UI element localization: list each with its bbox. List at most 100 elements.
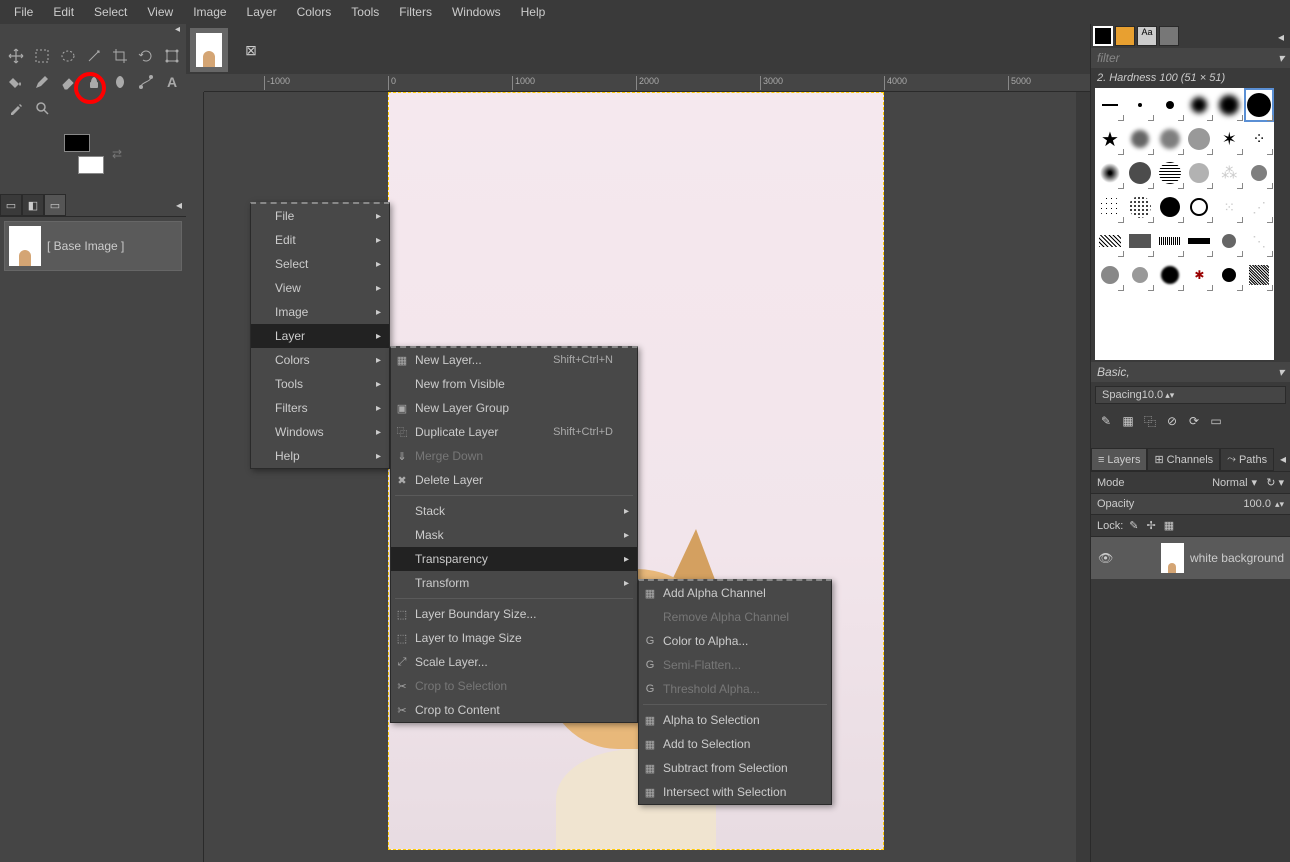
crop-tool[interactable] [108,44,132,68]
menu-layer[interactable]: Layer [237,1,287,23]
device-tab[interactable]: ◧ [22,194,44,216]
clone-tool[interactable] [82,70,106,94]
cm-add-to-selection[interactable]: ▦Add to Selection [639,732,831,756]
background-color[interactable] [78,156,104,174]
lock-pixels-icon[interactable]: ✎ [1129,519,1138,532]
cm-delete-layer[interactable]: ✖Delete Layer [391,468,637,492]
cm-alpha-to-selection[interactable]: ▦Alpha to Selection [639,708,831,732]
brush-preset[interactable]: ⁙ [1214,190,1244,224]
visibility-icon[interactable]: 👁 [1097,551,1115,565]
panel-menu-icon[interactable]: ◂ [175,24,180,40]
menu-windows[interactable]: Windows [442,1,511,23]
cm-windows[interactable]: Windows▸ [251,420,389,444]
cm-layer-boundary[interactable]: ⬚Layer Boundary Size... [391,602,637,626]
opacity-value[interactable]: 100.0 [1243,498,1271,510]
menu-colors[interactable]: Colors [287,1,342,23]
lock-position-icon[interactable]: ✢ [1147,519,1156,532]
spacing-slider[interactable]: Spacing 10.0 ▴▾ [1095,386,1286,404]
layer-row[interactable]: 👁 white background [1091,537,1290,579]
brush-preset-selected[interactable] [1244,88,1274,122]
brush-preset[interactable] [1095,88,1125,122]
open-brush-icon[interactable]: ▭ [1207,412,1225,430]
vertical-scrollbar[interactable] [1076,92,1090,862]
brush-preset[interactable] [1185,224,1215,258]
layers-dock-tab[interactable]: ≡Layers [1091,448,1147,471]
zoom-tool[interactable] [30,96,54,120]
cm-new-from-visible[interactable]: New from Visible [391,372,637,396]
cm-scale-layer[interactable]: ⤢Scale Layer... [391,650,637,674]
cm-stack[interactable]: Stack▸ [391,499,637,523]
brushes-tab[interactable] [1093,26,1113,46]
brush-preset[interactable] [1155,224,1185,258]
brush-preset[interactable] [1125,122,1155,156]
filter-dropdown-icon[interactable]: ▾ [1278,51,1284,65]
brush-preset[interactable] [1185,122,1215,156]
cm-color-to-alpha[interactable]: GColor to Alpha... [639,629,831,653]
image-list-item[interactable]: [ Base Image ] [4,221,182,271]
brush-preset[interactable] [1244,258,1274,292]
color-picker-tool[interactable] [4,96,28,120]
brush-preset[interactable] [1155,258,1185,292]
cm-edit[interactable]: Edit▸ [251,228,389,252]
refresh-brush-icon[interactable]: ⟳ [1185,412,1203,430]
cm-duplicate-layer[interactable]: ⿻Duplicate LayerShift+Ctrl+D [391,420,637,444]
brush-filter-input[interactable]: filter [1097,51,1120,65]
brush-preset[interactable] [1155,88,1185,122]
menu-select[interactable]: Select [84,1,137,23]
cm-subtract-selection[interactable]: ▦Subtract from Selection [639,756,831,780]
swap-colors-icon[interactable]: ⇄ [112,147,122,161]
brush-preset[interactable]: ⋰ [1244,190,1274,224]
brush-preset[interactable] [1185,156,1215,190]
panel-menu-icon[interactable]: ◂ [1274,26,1288,46]
lock-alpha-icon[interactable]: ▦ [1164,519,1174,532]
cm-select[interactable]: Select▸ [251,252,389,276]
transform-tool[interactable] [160,44,184,68]
tab-menu-icon[interactable]: ◂ [172,194,186,216]
cm-crop-content[interactable]: ✂Crop to Content [391,698,637,722]
cm-help[interactable]: Help▸ [251,444,389,468]
eraser-tool[interactable] [56,70,80,94]
cm-file[interactable]: File▸ [251,204,389,228]
fuzzy-select-tool[interactable] [82,44,106,68]
fonts-tab[interactable]: Aa [1137,26,1157,46]
menu-file[interactable]: File [4,1,43,23]
tool-options-tab[interactable]: ▭ [0,194,22,216]
images-tab[interactable]: ▭ [44,194,66,216]
history-tab[interactable] [1159,26,1179,46]
cm-transform[interactable]: Transform▸ [391,571,637,595]
brush-preset[interactable] [1185,190,1215,224]
paths-dock-tab[interactable]: ⤳Paths [1220,448,1274,471]
brush-preset[interactable] [1125,190,1155,224]
cm-transparency[interactable]: Transparency▸ [391,547,637,571]
cm-new-layer[interactable]: ▦New Layer...Shift+Ctrl+N [391,348,637,372]
bucket-tool[interactable] [4,70,28,94]
brush-preset[interactable] [1125,88,1155,122]
brush-preset[interactable]: ✱ [1185,258,1215,292]
cm-layer[interactable]: Layer▸ [251,324,389,348]
brush-preset[interactable] [1155,190,1185,224]
cm-filters[interactable]: Filters▸ [251,396,389,420]
cm-mask[interactable]: Mask▸ [391,523,637,547]
free-select-tool[interactable] [56,44,80,68]
rotate-tool[interactable] [134,44,158,68]
brush-preset[interactable] [1214,88,1244,122]
foreground-color[interactable] [64,134,90,152]
brush-preset[interactable]: ⁂ [1214,156,1244,190]
cm-layer-to-image[interactable]: ⬚Layer to Image Size [391,626,637,650]
brush-preset[interactable] [1244,156,1274,190]
text-tool[interactable]: A [160,70,184,94]
edit-brush-icon[interactable]: ✎ [1097,412,1115,430]
menu-edit[interactable]: Edit [43,1,84,23]
brush-preset[interactable] [1125,156,1155,190]
menu-image[interactable]: Image [183,1,236,23]
brush-preset[interactable] [1095,156,1125,190]
cm-view[interactable]: View▸ [251,276,389,300]
cm-image[interactable]: Image▸ [251,300,389,324]
cm-intersect-selection[interactable]: ▦Intersect with Selection [639,780,831,804]
brush-scrollbar[interactable] [1278,88,1290,360]
rect-select-tool[interactable] [30,44,54,68]
close-image-tab[interactable]: ⊠ [232,28,270,72]
menu-help[interactable]: Help [511,1,556,23]
cm-tools[interactable]: Tools▸ [251,372,389,396]
new-brush-icon[interactable]: ▦ [1119,412,1137,430]
